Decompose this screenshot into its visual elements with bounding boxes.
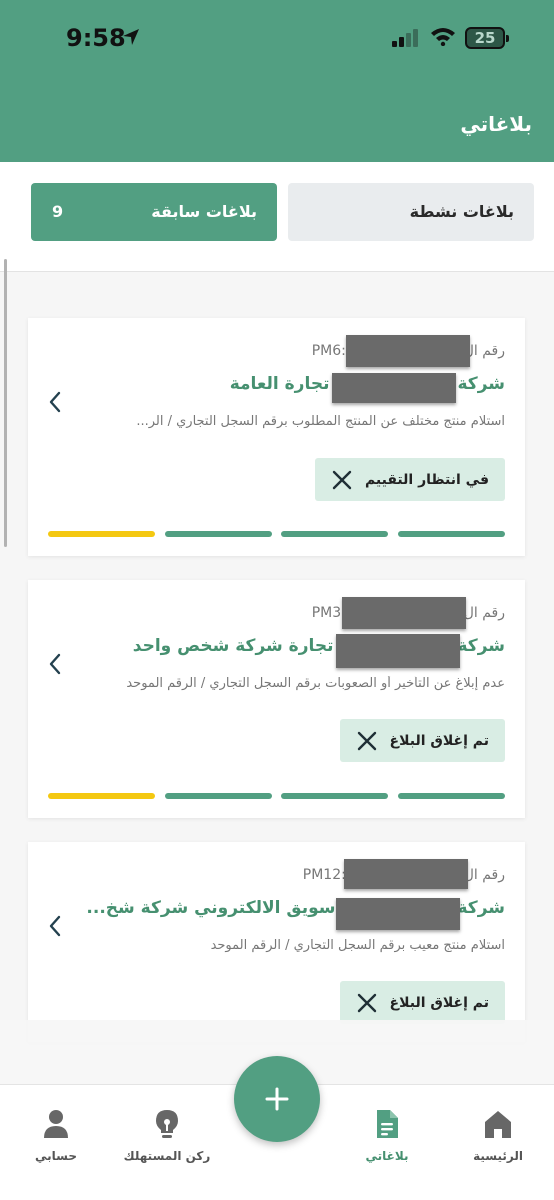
tabs-bar: بلاغات نشطة بلاغات سابقة 9	[0, 162, 554, 272]
status-label: تم إغلاق البلاغ	[389, 732, 489, 749]
app-header: 9:58 25 بلاغاتي	[0, 0, 554, 162]
plus-icon	[265, 1087, 289, 1111]
page-title: بلاغاتي	[460, 112, 532, 136]
status-badge: في انتظار التقييم	[314, 458, 505, 501]
nav-label: حسابي	[34, 1149, 77, 1163]
add-report-button[interactable]	[234, 1056, 320, 1142]
tab-active-reports[interactable]: بلاغات نشطة	[288, 183, 534, 241]
status-badge: تم إغلاق البلاغ	[339, 719, 505, 762]
report-description: استلام منتج مختلف عن المنتج المطلوب برقم…	[136, 414, 505, 429]
nav-item-my-reports[interactable]: بلاغاتي	[327, 1109, 447, 1163]
close-x-icon	[332, 470, 352, 489]
status-label: تم إغلاق البلاغ	[389, 994, 489, 1011]
redacted-block	[336, 898, 460, 930]
chevron-left-icon[interactable]	[46, 390, 64, 414]
scroll-indicator[interactable]	[4, 259, 7, 547]
wifi-icon	[431, 28, 455, 46]
nav-item-account[interactable]: حسابي	[0, 1109, 116, 1163]
progress-step	[398, 793, 505, 799]
tab-count-badge: 9	[52, 202, 64, 221]
progress-step	[398, 531, 505, 537]
chevron-left-icon[interactable]	[46, 914, 64, 938]
report-card[interactable]: رقم ال PM3:30 ,07/11/2024 شركةتجارة شركة…	[28, 580, 525, 818]
company-prefix: شركة	[457, 636, 506, 656]
battery-icon: 25	[465, 27, 509, 49]
report-number-label: رقم ال	[463, 605, 505, 621]
home-icon	[485, 1111, 511, 1138]
tab-previous-reports[interactable]: بلاغات سابقة 9	[31, 183, 277, 241]
redacted-block	[342, 597, 466, 629]
redacted-block	[346, 335, 470, 367]
progress-step	[165, 531, 272, 537]
redacted-block	[336, 634, 460, 668]
report-card[interactable]: رقم ال PM12:39 ,11/09/2024 شركةسويق الال…	[28, 842, 525, 1042]
close-x-icon	[357, 993, 376, 1012]
document-icon	[377, 1110, 398, 1138]
progress-step	[48, 531, 155, 537]
progress-step	[281, 531, 388, 537]
tab-label: بلاغات سابقة	[151, 202, 257, 221]
company-suffix: تجارة شركة شخص واحد	[132, 636, 334, 656]
cellular-signal-icon	[392, 29, 418, 47]
progress-step	[48, 793, 155, 799]
status-badge: تم إغلاق البلاغ	[339, 981, 505, 1024]
report-description: استلام منتج معيب برقم السجل التجاري / ال…	[210, 938, 505, 953]
chevron-left-icon[interactable]	[46, 652, 64, 676]
nav-item-home[interactable]: الرئيسية	[438, 1109, 554, 1163]
close-x-icon	[357, 731, 376, 750]
lightbulb-icon	[156, 1110, 178, 1138]
nav-item-consumer-corner[interactable]: ركن المستهلك	[107, 1109, 227, 1163]
report-progress	[48, 531, 505, 537]
redacted-block	[332, 373, 456, 403]
status-label: في انتظار التقييم	[364, 471, 489, 488]
location-arrow-icon	[123, 29, 139, 45]
company-suffix: تجارة العامة	[229, 374, 330, 394]
progress-step	[165, 793, 272, 799]
redacted-block	[344, 859, 468, 889]
company-prefix: شركة	[457, 374, 506, 394]
report-number-label: رقم ال	[463, 867, 505, 883]
progress-step	[281, 793, 388, 799]
report-progress	[48, 793, 505, 799]
report-description: عدم إبلاغ عن التأخير أو الصعوبات برقم ال…	[126, 676, 505, 691]
tab-label: بلاغات نشطة	[409, 202, 514, 221]
nav-label: بلاغاتي	[365, 1149, 409, 1163]
company-prefix: شركة	[457, 898, 506, 918]
company-suffix: سويق الالكتروني شركة شخ...	[86, 898, 336, 918]
user-icon	[44, 1110, 68, 1138]
report-card[interactable]: رقم ال PM6:50 ,03/02/2026 شركةتجارة العا…	[28, 318, 525, 556]
nav-label: الرئيسية	[473, 1149, 523, 1163]
nav-label: ركن المستهلك	[123, 1149, 211, 1163]
status-time: 9:58	[66, 24, 126, 52]
